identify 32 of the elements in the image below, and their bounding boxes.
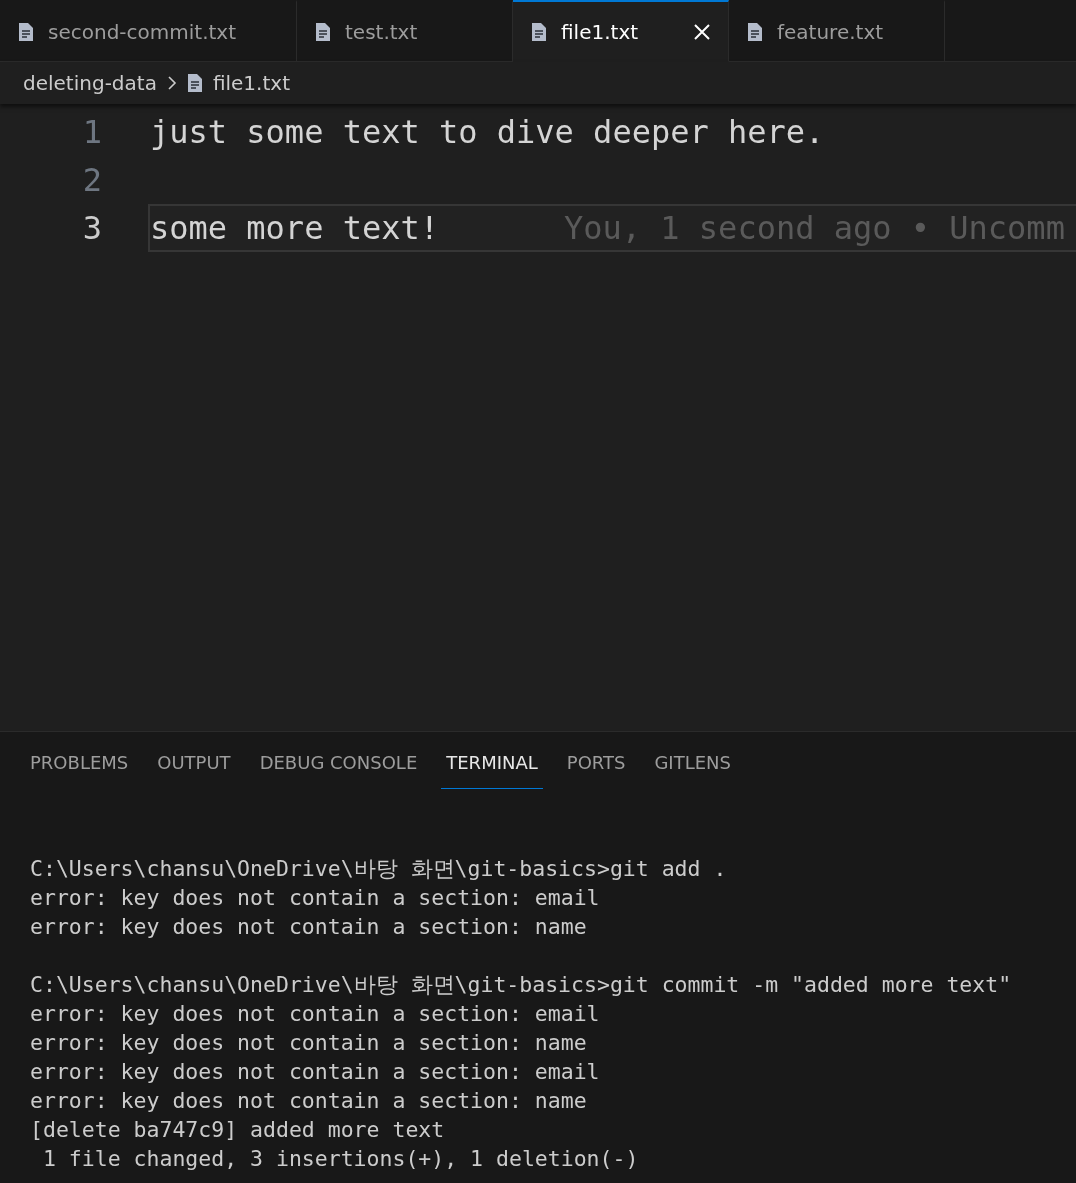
code-text: some more text!	[150, 209, 439, 247]
terminal-line: 1 file changed, 3 insertions(+), 1 deletion(-)	[41, 1145, 640, 1173]
editor-tab[interactable]: file1.txt	[513, 0, 729, 62]
file-icon	[315, 21, 331, 42]
code-text: just some text to dive deeper here.	[150, 113, 825, 151]
terminal-line: error: key does not contain a section: name	[30, 913, 588, 941]
file-icon	[186, 73, 203, 93]
close-icon[interactable]	[694, 23, 710, 40]
line-number: 2	[81, 161, 103, 199]
terminal-line: C:\Users\chansu\OneDrive\바탕 화면\git-basics>git commit -m "added more text"	[30, 971, 1013, 999]
panel-tab[interactable]: PORTS	[561, 750, 631, 789]
line-number: 1	[81, 113, 103, 151]
panel-tab[interactable]: PROBLEMS	[25, 750, 134, 789]
blame-annotation: You, 1 second ago • Uncomm	[564, 209, 1065, 247]
panel-tab[interactable]: DEBUG CONSOLE	[254, 750, 423, 789]
panel-tab[interactable]: GITLENS	[649, 750, 736, 789]
terminal-line: [delete ba747c9] added more text	[30, 1116, 446, 1144]
terminal-line: error: key does not contain a section: email	[30, 884, 601, 912]
terminal-line: error: key does not contain a section: email	[30, 1000, 601, 1028]
file-icon	[531, 21, 547, 42]
file-icon	[18, 21, 34, 42]
chevron-icon	[166, 75, 177, 91]
terminal-line: C:\Users\chansu\OneDrive\바탕 화면\git-basics>git add .	[30, 855, 728, 883]
terminal-line: error: key does not contain a section: name	[30, 1087, 588, 1115]
line-number: 3	[81, 209, 103, 247]
breadcrumb-item[interactable]: file1.txt	[212, 71, 290, 95]
terminal-line: error: key does not contain a section: name	[30, 1029, 588, 1057]
breadcrumb-item[interactable]: deleting-data	[23, 71, 157, 95]
terminal-line: error: key does not contain a section: email	[30, 1058, 601, 1086]
panel-tab[interactable]: OUTPUT	[152, 750, 236, 789]
file-icon	[747, 21, 763, 42]
panel-tab[interactable]: TERMINAL	[441, 750, 543, 789]
